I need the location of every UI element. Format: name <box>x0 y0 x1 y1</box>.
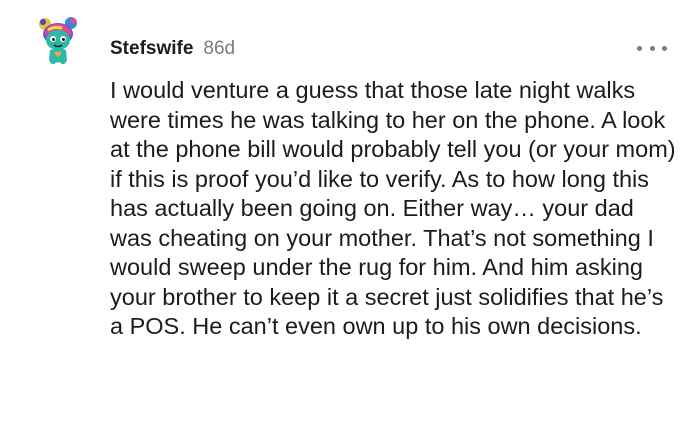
more-options-button[interactable] <box>637 40 667 56</box>
more-options-icon <box>662 45 667 51</box>
avatar[interactable] <box>34 14 86 66</box>
more-options-icon <box>637 45 642 51</box>
comment: Stefswife 86d I would venture a guess th… <box>0 0 700 447</box>
comment-age: 86d <box>203 38 236 59</box>
comment-body: I would venture a guess that those late … <box>110 77 676 339</box>
snoo-avatar-icon <box>39 17 77 64</box>
more-options-icon <box>649 45 655 51</box>
username-link[interactable]: Stefswife <box>110 38 193 60</box>
comment-header: Stefswife 86d <box>110 38 235 62</box>
